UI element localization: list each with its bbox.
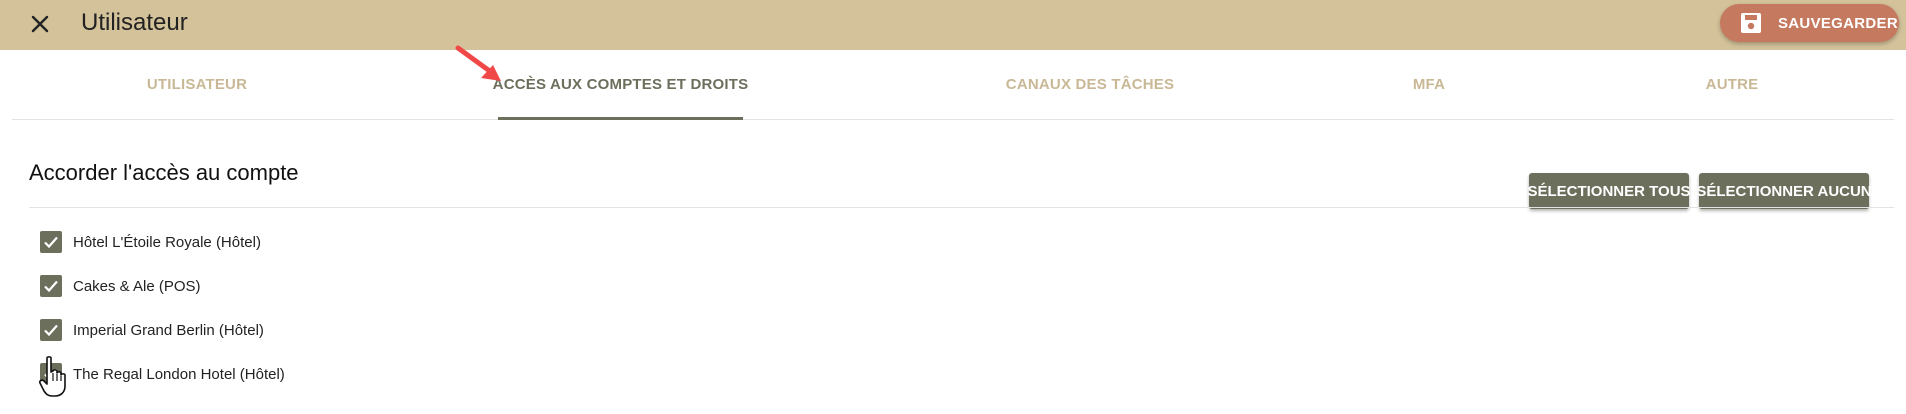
save-button[interactable]: SAUVEGARDER bbox=[1720, 4, 1899, 42]
floppy-disk-icon bbox=[1740, 12, 1762, 34]
close-button[interactable] bbox=[24, 8, 56, 40]
red-arrow-icon bbox=[455, 45, 501, 81]
checkbox-checked-icon[interactable] bbox=[40, 363, 62, 385]
account-label: Cakes & Ale (POS) bbox=[73, 277, 201, 295]
save-button-label: SAUVEGARDER bbox=[1778, 14, 1898, 32]
list-item[interactable]: The Regal London Hotel (Hôtel) bbox=[40, 352, 285, 396]
tab-utilisateur[interactable]: UTILISATEUR bbox=[122, 50, 272, 119]
app-header: Utilisateur SAUVEGARDER bbox=[0, 0, 1906, 50]
checkbox-checked-icon[interactable] bbox=[40, 275, 62, 297]
account-label: Imperial Grand Berlin (Hôtel) bbox=[73, 321, 264, 339]
account-list: Hôtel L'Étoile Royale (Hôtel) Cakes & Al… bbox=[40, 220, 285, 396]
checkbox-checked-icon[interactable] bbox=[40, 231, 62, 253]
list-item[interactable]: Imperial Grand Berlin (Hôtel) bbox=[40, 308, 285, 352]
account-label: Hôtel L'Étoile Royale (Hôtel) bbox=[73, 233, 261, 251]
list-item[interactable]: Hôtel L'Étoile Royale (Hôtel) bbox=[40, 220, 285, 264]
tab-mfa[interactable]: MFA bbox=[1404, 50, 1454, 119]
list-item[interactable]: Cakes & Ale (POS) bbox=[40, 264, 285, 308]
close-icon bbox=[31, 15, 49, 33]
tab-acces-comptes-droits[interactable]: ACCÈS AUX COMPTES ET DROITS bbox=[493, 50, 748, 120]
section-title: Accorder l'accès au compte bbox=[29, 160, 299, 185]
page-title: Utilisateur bbox=[81, 9, 188, 36]
select-none-button[interactable]: SÉLECTIONNER AUCUN bbox=[1696, 173, 1872, 209]
tab-autre[interactable]: AUTRE bbox=[1702, 50, 1762, 119]
select-all-button[interactable]: SÉLECTIONNER TOUS bbox=[1527, 173, 1691, 209]
section-divider bbox=[29, 207, 1894, 208]
checkbox-checked-icon[interactable] bbox=[40, 319, 62, 341]
tab-bar: UTILISATEUR ACCÈS AUX COMPTES ET DROITS … bbox=[12, 50, 1894, 120]
account-label: The Regal London Hotel (Hôtel) bbox=[73, 365, 285, 383]
tab-canaux-taches[interactable]: CANAUX DES TÂCHES bbox=[990, 50, 1190, 119]
